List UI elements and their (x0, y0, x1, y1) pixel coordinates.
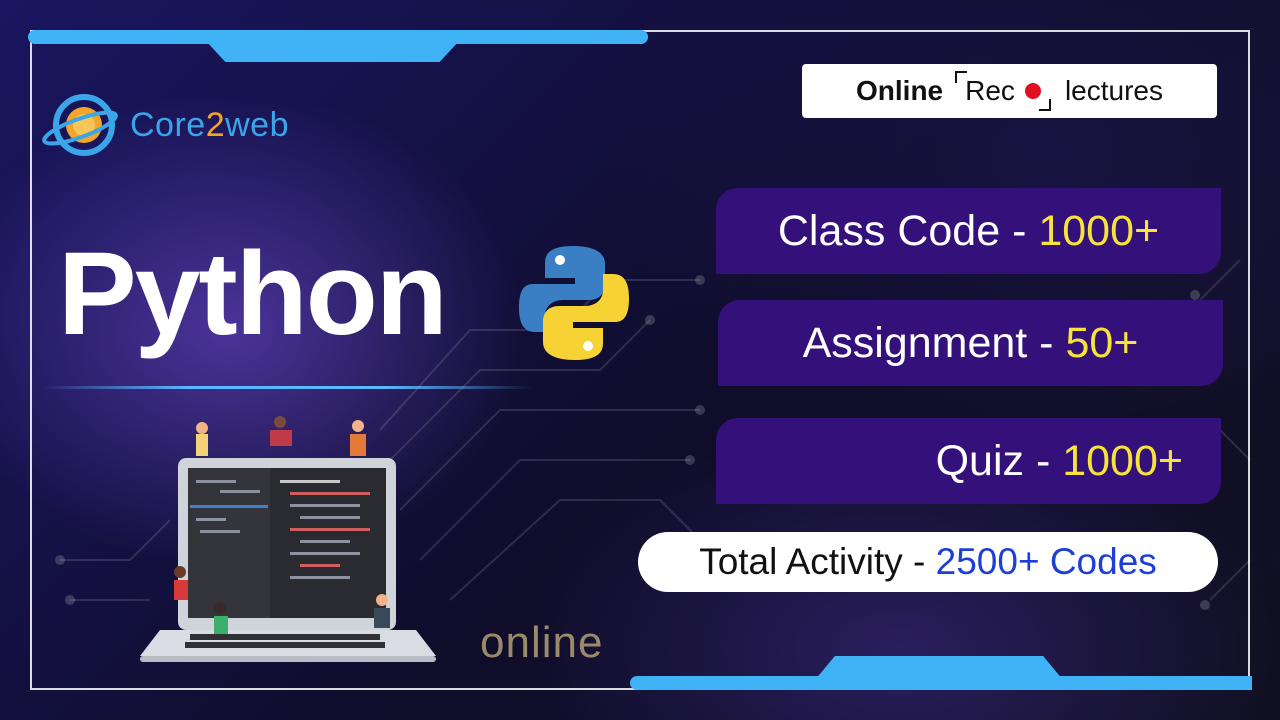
stat-value: 1000+ (1038, 206, 1160, 255)
banner: Core2web Online Rec lectures Python Clas… (0, 0, 1280, 720)
badge-online-text: Online (856, 75, 944, 106)
brand-name: Core2web (130, 105, 289, 144)
online-rec-lectures-badge: Online Rec lectures (802, 64, 1217, 118)
stat-value: 1000+ (1062, 436, 1183, 485)
python-logo-icon (519, 246, 629, 360)
stat-label: Class Code - (777, 206, 1039, 255)
stat-class-code: Class Code - 1000+ (716, 188, 1221, 274)
badge-rec-text: Rec (965, 75, 1015, 106)
total-label: Total Activity - (699, 541, 936, 582)
rec-indicator: Rec (955, 71, 1051, 111)
top-accent-tab (205, 40, 460, 62)
stat-assignment: Assignment - 50+ (718, 300, 1223, 386)
online-watermark-text: online (480, 618, 604, 667)
bottom-accent-tab (815, 656, 1063, 680)
laptop-people-illustration (140, 416, 436, 662)
glow-divider (42, 386, 532, 389)
page-title: Python (58, 228, 448, 360)
stat-value: 50+ (1065, 318, 1139, 367)
total-value: 2500+ Codes (935, 541, 1157, 582)
stat-quiz: Quiz - 1000+ (716, 418, 1221, 504)
badge-lectures-text: lectures (1064, 75, 1163, 106)
record-dot-icon (1024, 83, 1041, 99)
brand-logo: Core2web (40, 90, 289, 160)
total-activity-badge: Total Activity - 2500+ Codes (638, 532, 1218, 592)
core2web-logo-icon (42, 94, 118, 156)
stat-label: Quiz - (935, 436, 1063, 485)
stat-label: Assignment - (802, 318, 1066, 367)
